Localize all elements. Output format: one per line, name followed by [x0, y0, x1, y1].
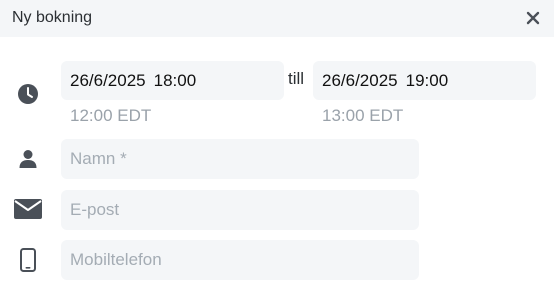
- end-timezone: 13:00 EDT: [322, 106, 404, 125]
- close-icon: [526, 11, 540, 25]
- end-time: 19:00: [405, 70, 449, 90]
- email-field[interactable]: E-post: [61, 190, 419, 230]
- dialog-header: Ny bokning: [0, 0, 554, 37]
- dialog-title: Ny bokning: [12, 9, 93, 26]
- close-button[interactable]: [522, 7, 544, 29]
- end-datetime-field[interactable]: 26/6/2025 19:00: [313, 61, 536, 100]
- envelope-icon: [13, 194, 43, 224]
- mobile-phone-placeholder: Mobiltelefon: [70, 250, 162, 269]
- clock-icon: [13, 79, 43, 109]
- email-placeholder: E-post: [70, 200, 120, 219]
- start-timezone: 12:00 EDT: [70, 106, 152, 125]
- end-date: 26/6/2025: [322, 70, 398, 90]
- name-placeholder: Namn *: [70, 149, 127, 168]
- start-time: 18:00: [153, 70, 197, 90]
- name-field[interactable]: Namn *: [61, 139, 419, 179]
- mobile-phone-field[interactable]: Mobiltelefon: [61, 240, 419, 280]
- till-label: till: [288, 69, 305, 88]
- mobile-phone-icon: [13, 245, 43, 275]
- start-date: 26/6/2025: [70, 70, 146, 90]
- start-datetime-field[interactable]: 26/6/2025 18:00: [61, 61, 284, 100]
- person-icon: [13, 144, 43, 174]
